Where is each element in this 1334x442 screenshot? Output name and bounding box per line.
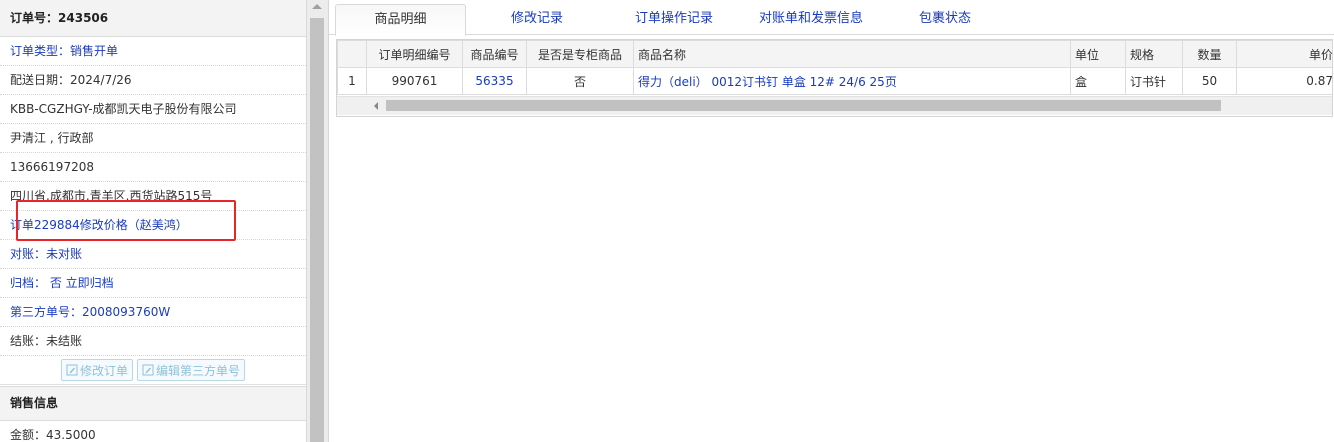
contact-phone: 13666197208 bbox=[0, 153, 306, 182]
delivery-address: 四川省.成都市.青羊区.西货站路515号 bbox=[0, 182, 306, 211]
col-header-counter-item[interactable]: 是否是专柜商品 bbox=[526, 40, 634, 68]
col-header-detail-id[interactable]: 订单明细编号 bbox=[366, 40, 463, 68]
horizontal-scrollbar[interactable] bbox=[337, 96, 1332, 115]
col-header-product-id[interactable]: 商品编号 bbox=[462, 40, 527, 68]
col-header-unit-price[interactable]: 单价 bbox=[1236, 40, 1332, 68]
tab-package-status[interactable]: 包裹状态 bbox=[907, 4, 983, 34]
detail-tabs: 商品明细 修改记录 订单操作记录 对账单和发票信息 包裹状态 bbox=[329, 0, 1334, 36]
settlement-status: 结账：未结账 bbox=[0, 327, 306, 356]
cell-unit: 盒 bbox=[1070, 67, 1126, 95]
col-header-unit[interactable]: 单位 bbox=[1070, 40, 1126, 68]
product-detail-grid: 订单明细编号 商品编号 是否是专柜商品 商品名称 单位 规格 数量 单价 1 9… bbox=[336, 39, 1333, 117]
sales-amount: 金额：43.5000 bbox=[10, 428, 96, 442]
contact-person: 尹清江 , 行政部 bbox=[0, 124, 306, 153]
sales-info-title: 销售信息 bbox=[0, 386, 306, 421]
detail-panel: 商品明细 修改记录 订单操作记录 对账单和发票信息 包裹状态 订单明细编号 商品… bbox=[329, 0, 1334, 442]
cell-spec: 订书针 bbox=[1125, 67, 1183, 95]
horizontal-scrollbar-thumb[interactable] bbox=[386, 100, 1221, 111]
col-header-quantity[interactable]: 数量 bbox=[1182, 40, 1237, 68]
cell-quantity: 50 bbox=[1182, 67, 1237, 95]
table-row[interactable]: 1 990761 56335 否 得力（deli） 0012订书钉 单盒 12#… bbox=[337, 67, 1332, 95]
col-header-product-name[interactable]: 商品名称 bbox=[633, 40, 1071, 68]
edit-order-button[interactable]: 修改订单 bbox=[60, 359, 133, 381]
tab-operation-records[interactable]: 订单操作记录 bbox=[619, 4, 729, 34]
price-change-link[interactable]: 订单229884修改价格（赵美鸿） bbox=[0, 211, 306, 240]
cell-rownum: 1 bbox=[337, 67, 367, 95]
edit-icon bbox=[66, 364, 78, 376]
reconcile-status[interactable]: 对账：未对账 bbox=[0, 240, 306, 269]
cell-unit-price: 0.87 bbox=[1236, 67, 1332, 95]
edit-third-party-label: 编辑第三方单号 bbox=[156, 363, 241, 378]
customer-company: KBB-CGZHGY-成都凯天电子股份有限公司 bbox=[0, 95, 306, 124]
third-party-order-no[interactable]: 第三方单号：2008093760W bbox=[0, 298, 306, 327]
scrollbar-thumb[interactable] bbox=[310, 18, 324, 442]
edit-icon bbox=[142, 364, 154, 376]
order-actions: 修改订单 编辑第三方单号 bbox=[0, 356, 306, 385]
order-info-panel: 订单号：243506 订单类型：销售开单 配送日期：2024/7/26 KBB-… bbox=[0, 0, 307, 442]
order-number-value: 243506 bbox=[58, 11, 109, 25]
tab-product-detail[interactable]: 商品明细 bbox=[335, 4, 466, 36]
order-number-header: 订单号：243506 bbox=[0, 0, 306, 37]
left-panel-scrollbar[interactable] bbox=[307, 0, 329, 442]
col-header-rownum bbox=[337, 40, 367, 68]
table-header-row: 订单明细编号 商品编号 是否是专柜商品 商品名称 单位 规格 数量 单价 bbox=[337, 40, 1332, 68]
tab-invoice-info[interactable]: 对账单和发票信息 bbox=[747, 4, 875, 34]
scroll-up-icon[interactable] bbox=[312, 4, 322, 9]
cell-product-name-link[interactable]: 得力（deli） 0012订书钉 单盒 12# 24/6 25页 bbox=[633, 67, 1071, 95]
edit-third-party-button[interactable]: 编辑第三方单号 bbox=[137, 359, 246, 381]
cell-counter-item: 否 bbox=[526, 67, 634, 95]
edit-order-label: 修改订单 bbox=[79, 363, 128, 378]
archive-status[interactable]: 归档： 否 立即归档 bbox=[0, 269, 306, 298]
order-number-label: 订单号： bbox=[10, 11, 59, 25]
order-type[interactable]: 订单类型：销售开单 bbox=[0, 37, 306, 66]
cell-product-id-link[interactable]: 56335 bbox=[462, 67, 527, 95]
tab-modify-records[interactable]: 修改记录 bbox=[489, 4, 585, 34]
cell-detail-id: 990761 bbox=[366, 67, 463, 95]
delivery-date: 配送日期：2024/7/26 bbox=[0, 66, 306, 95]
product-table: 订单明细编号 商品编号 是否是专柜商品 商品名称 单位 规格 数量 单价 1 9… bbox=[337, 40, 1332, 95]
col-header-spec[interactable]: 规格 bbox=[1125, 40, 1183, 68]
scroll-left-icon[interactable] bbox=[374, 102, 378, 110]
